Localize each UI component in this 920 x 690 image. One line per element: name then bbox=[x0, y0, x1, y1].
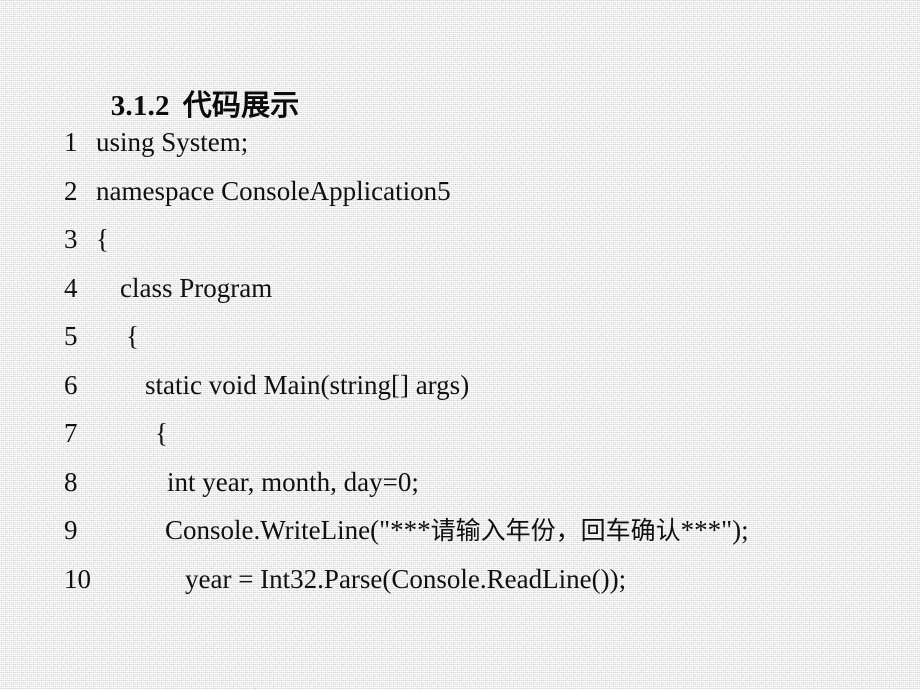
slide-content: 3.1.2 代码展示 1 using System; 2 namespace Conso… bbox=[0, 0, 920, 690]
code-line-text: class Program bbox=[120, 272, 273, 303]
code-cjk-run: 请输入年份，回车确认 bbox=[430, 516, 681, 545]
code-line: 3{ bbox=[0, 215, 920, 264]
code-listing: 1 using System; 2 namespace ConsoleApplicat… bbox=[0, 118, 920, 603]
code-line: 7{ bbox=[0, 409, 920, 458]
code-line-text: int year, month, day=0; bbox=[167, 466, 419, 497]
code-line-text: year = Int32.Parse(Console.ReadLine()); bbox=[185, 563, 627, 594]
code-line-number: 9 bbox=[64, 515, 78, 545]
code-line-text: using System; bbox=[96, 127, 249, 157]
code-line: 5{ bbox=[0, 312, 920, 361]
presentation-slide: 3.1.2 代码展示 1 using System; 2 namespace Conso… bbox=[0, 0, 920, 690]
code-line-number: 5 bbox=[64, 321, 78, 351]
code-line-text: { bbox=[155, 418, 168, 448]
code-line: 1 using System; bbox=[0, 118, 920, 167]
code-line-text: { bbox=[126, 321, 139, 351]
code-line-text: { bbox=[96, 224, 109, 254]
code-line: 9 Console.WriteLine("***请输入年份，回车确认***"); bbox=[0, 506, 920, 555]
code-line: 8 int year, month, day=0; bbox=[0, 458, 920, 507]
code-line-number: 10 bbox=[64, 563, 91, 594]
code-line: 10 year = Int32.Parse(Console.ReadLine())… bbox=[0, 555, 920, 604]
code-line-number: 4 bbox=[64, 272, 78, 303]
code-line: 2 namespace ConsoleApplication5 bbox=[0, 167, 920, 216]
code-line-number: 7 bbox=[64, 418, 78, 448]
code-line-text: namespace ConsoleApplication5 bbox=[96, 175, 451, 206]
code-line-number: 6 bbox=[64, 369, 78, 400]
slide-title-text: 代码展示 bbox=[182, 88, 300, 122]
code-line: 6 static void Main(string[] args) bbox=[0, 361, 920, 410]
code-line: 4 class Program bbox=[0, 264, 920, 313]
code-line-number: 8 bbox=[64, 466, 78, 497]
code-line-text: static void Main(string[] args) bbox=[145, 369, 470, 400]
code-line-text: Console.WriteLine("***请输入年份，回车确认***"); bbox=[165, 515, 749, 545]
